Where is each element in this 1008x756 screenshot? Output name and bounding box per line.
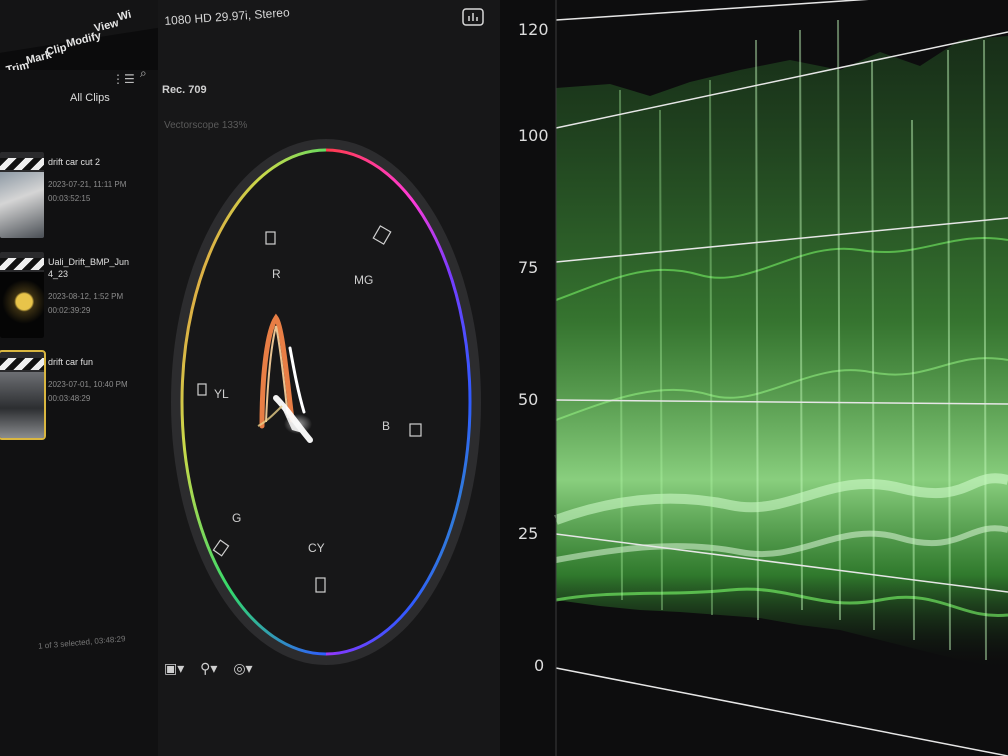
clip-item[interactable]: drift car cut 2 2023-07-21, 11:11 PM 00:… — [0, 152, 156, 242]
clip-item-selected[interactable]: drift car fun 2023-07-01, 10:40 PM 00:03… — [0, 350, 156, 442]
target-label-mg: MG — [354, 273, 373, 287]
waveform-tick-25: 25 — [518, 524, 539, 543]
clip-date: 2023-08-12, 1:52 PM — [48, 292, 124, 301]
waveform-tick-100: 100 — [518, 126, 549, 145]
list-view-icon[interactable]: ☰ — [124, 72, 135, 86]
color-space-label: Rec. 709 — [162, 84, 207, 96]
waveform-tick-120: 120 — [518, 20, 549, 39]
clapper-icon — [0, 258, 44, 270]
eyedropper-icon[interactable]: ⚲▾ — [200, 660, 217, 676]
thumbnail-image — [0, 372, 44, 438]
all-clips-filter[interactable]: All Clips — [70, 92, 110, 104]
options-icon[interactable]: ⋮ — [112, 72, 124, 86]
waveform-panel: 120 100 75 50 25 0 — [500, 0, 1008, 756]
graticule-line-120 — [555, 0, 869, 21]
target-box-mg — [372, 225, 392, 245]
clip-duration: 00:03:52:15 — [48, 194, 91, 203]
waveform-trace — [554, 19, 1008, 670]
clip-duration: 00:02:39:29 — [48, 306, 91, 315]
scope-ring-outer — [171, 139, 481, 665]
target-label-cy: CY — [308, 541, 325, 555]
scopes-menu-icon[interactable] — [462, 8, 484, 28]
scope-settings-icon[interactable]: ◎▾ — [233, 660, 252, 676]
target-box-b — [409, 423, 422, 437]
browser-panel: All Clips ⋮ ☰ ⌕ drift car cut 2 2023-07-… — [0, 66, 159, 756]
target-label-r: R — [272, 267, 281, 281]
target-box-r — [265, 231, 276, 245]
clip-name: Uali_Drift_BMP_Jun 4_23 — [48, 257, 130, 279]
vectorscope-trace — [257, 313, 313, 443]
target-label-b: B — [382, 419, 390, 433]
thumbnail-image — [0, 272, 44, 338]
scope-layout-icon[interactable]: ▣▾ — [164, 660, 184, 676]
scope-toolbar: ▣▾ ⚲▾ ◎▾ — [164, 660, 253, 677]
target-box-cy — [315, 577, 326, 593]
scope-ring-hue-right — [325, 148, 472, 656]
clapper-icon — [0, 358, 44, 370]
clip-name: drift car cut 2 — [48, 157, 101, 167]
clip-name: drift car fun — [48, 357, 94, 367]
search-icon[interactable]: ⌕ — [140, 66, 147, 81]
thumbnail-image — [0, 172, 44, 238]
waveform-tick-0: 0 — [534, 656, 545, 675]
video-format-label: 1080 HD 29.97i, Stereo — [164, 5, 291, 28]
clip-thumbnail — [0, 252, 44, 338]
clip-date: 2023-07-21, 11:11 PM — [48, 180, 127, 189]
target-box-g — [212, 539, 230, 557]
clip-item[interactable]: Uali_Drift_BMP_Jun 4_23 2023-08-12, 1:52… — [0, 252, 156, 342]
vectorscope-display: R MG B CY G YL — [171, 139, 481, 665]
waveform-tick-50: 50 — [518, 390, 539, 409]
target-label-g: G — [232, 511, 241, 525]
target-label-yl: YL — [214, 387, 229, 401]
waveform-display — [554, 0, 1008, 756]
graticule-line-0 — [555, 667, 1008, 756]
scope-ring-hue-left — [180, 148, 327, 656]
clip-duration: 00:03:48:29 — [48, 394, 91, 403]
waveform-tick-75: 75 — [518, 258, 539, 277]
clip-thumbnail — [0, 152, 44, 238]
clapper-icon — [0, 158, 44, 170]
selection-status: 1 of 3 selected, 03:48:29 — [37, 634, 126, 651]
clip-thumbnail — [0, 350, 46, 440]
target-box-yl — [197, 383, 207, 396]
clip-date: 2023-07-01, 10:40 PM — [48, 380, 128, 389]
vectorscope-panel: 1080 HD 29.97i, Stereo Rec. 709 Vectorsc… — [158, 0, 501, 756]
